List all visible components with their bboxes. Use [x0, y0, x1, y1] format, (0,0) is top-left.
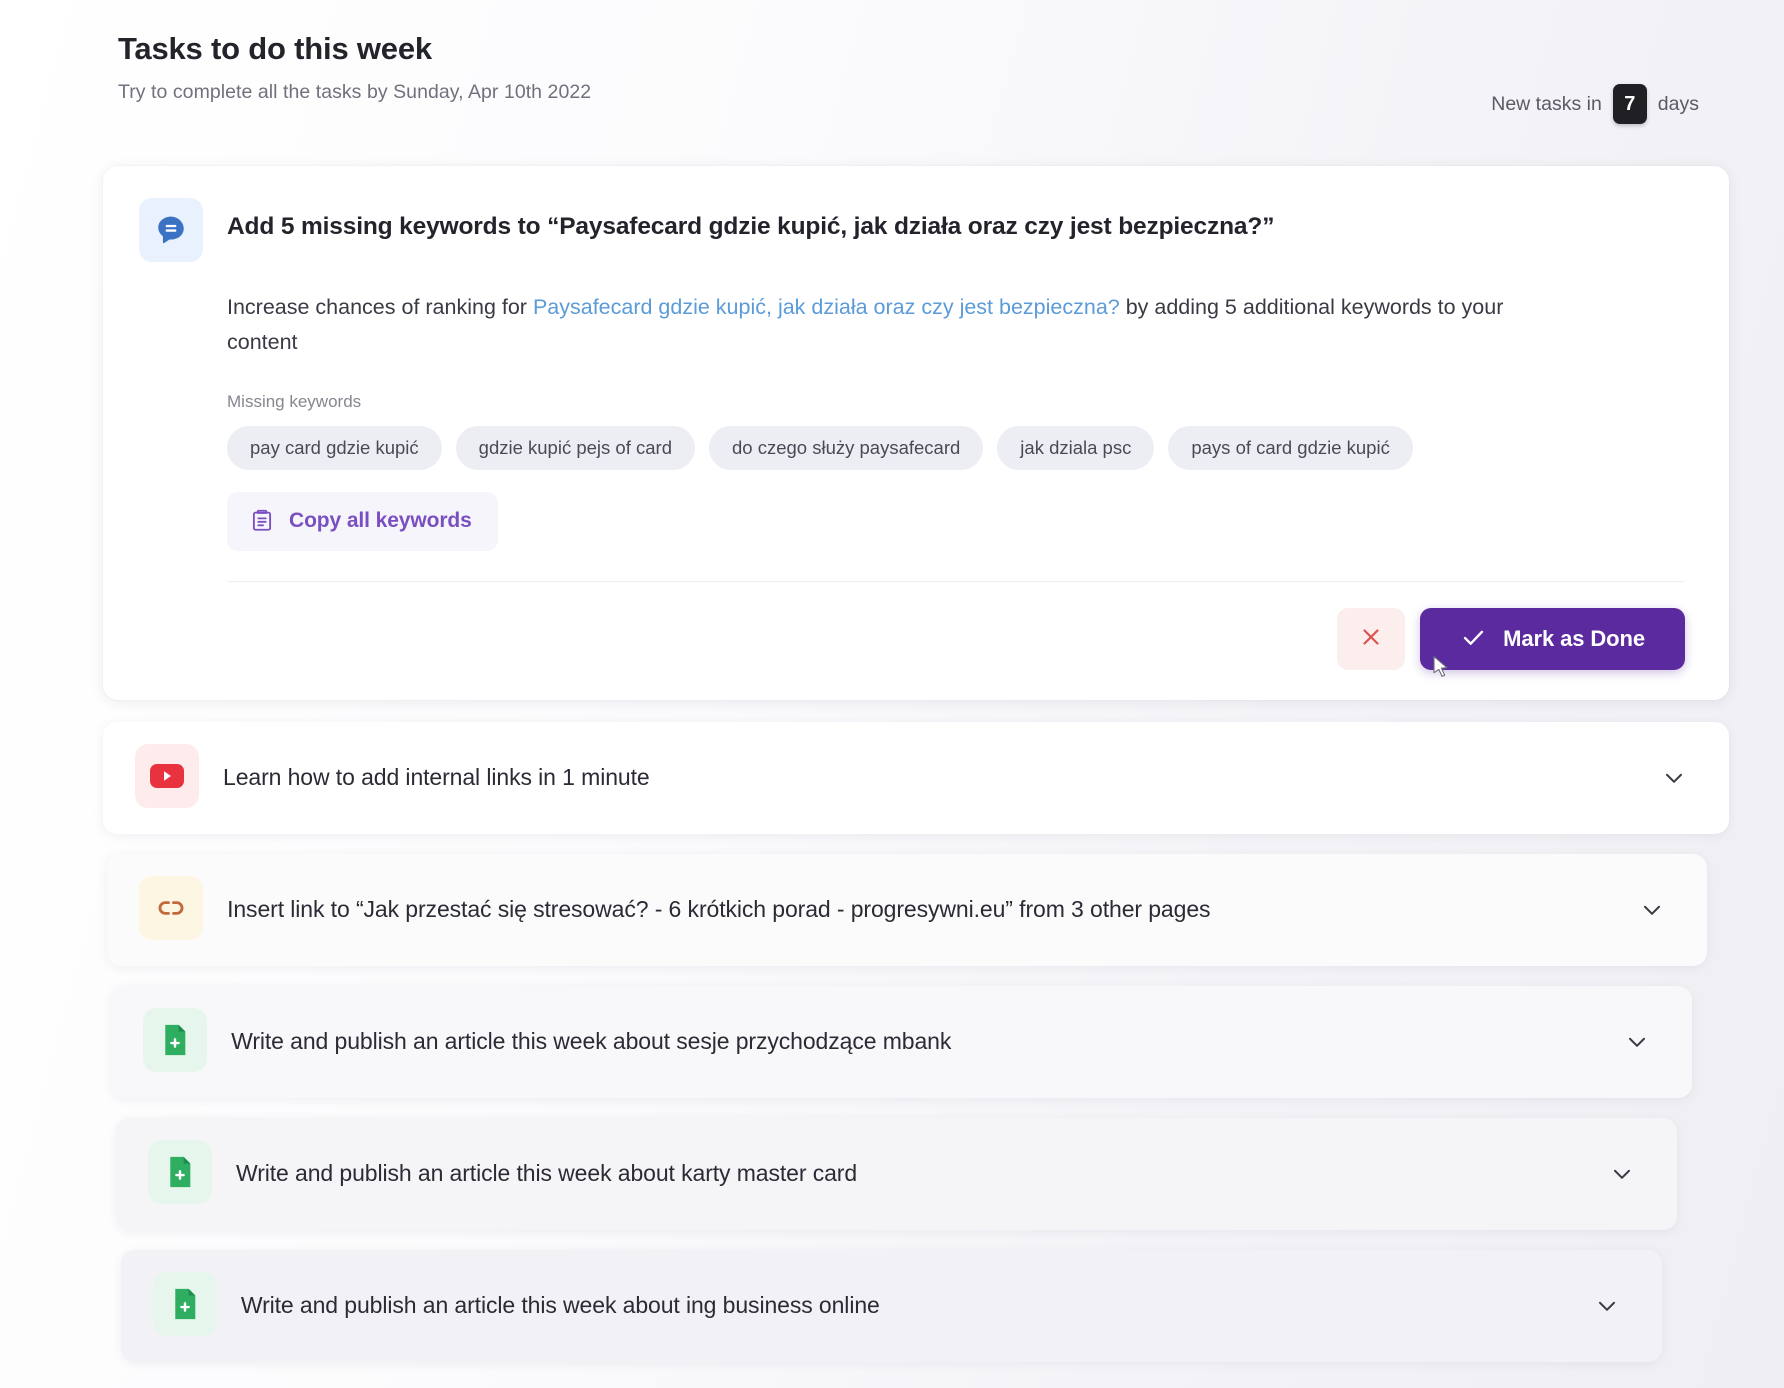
page-title: Tasks to do this week: [118, 30, 591, 69]
header-left: Tasks to do this week Try to complete al…: [118, 26, 591, 104]
task-card-body: Increase chances of ranking for Paysafec…: [139, 290, 1685, 670]
copy-all-keywords-button[interactable]: Copy all keywords: [227, 492, 498, 551]
new-tasks-prefix-label: New tasks in: [1491, 93, 1602, 116]
chevron-down-icon[interactable]: [1637, 895, 1667, 925]
new-document-icon: [153, 1272, 217, 1336]
keyword-chip[interactable]: pay card gdzie kupić: [227, 426, 442, 470]
chevron-down-icon[interactable]: [1659, 763, 1689, 793]
task-row[interactable]: Insert link to “Jak przestać się stresow…: [107, 854, 1707, 966]
copy-all-keywords-label: Copy all keywords: [289, 509, 472, 533]
youtube-play-icon: [135, 744, 199, 808]
keyword-chip[interactable]: gdzie kupić pejs of card: [456, 426, 695, 470]
task-card-actions: Mark as Done: [227, 608, 1685, 670]
keyword-chip[interactable]: jak dziala psc: [997, 426, 1154, 470]
chevron-down-icon[interactable]: [1592, 1291, 1622, 1321]
close-icon: [1358, 624, 1384, 653]
card-divider: [227, 581, 1685, 582]
chevron-down-icon[interactable]: [1622, 1027, 1652, 1057]
task-card-description: Increase chances of ranking for Paysafec…: [227, 290, 1537, 360]
new-document-icon: [148, 1140, 212, 1204]
broken-link-icon: [139, 876, 203, 940]
comment-bubble-icon: [139, 198, 203, 262]
task-row-title: Insert link to “Jak przestać się stresow…: [227, 895, 1613, 925]
task-row[interactable]: Write and publish an article this week a…: [121, 1250, 1662, 1362]
check-icon: [1460, 624, 1487, 654]
clipboard-icon: [249, 507, 275, 536]
description-prefix: Increase chances of ranking for: [227, 295, 533, 319]
task-row[interactable]: Write and publish an article this week a…: [116, 1118, 1677, 1230]
page-subtitle: Try to complete all the tasks by Sunday,…: [118, 81, 591, 104]
task-row[interactable]: Learn how to add internal links in 1 min…: [103, 722, 1729, 834]
task-card-header: Add 5 missing keywords to “Paysafecard g…: [139, 202, 1685, 262]
days-remaining-badge: 7: [1613, 84, 1647, 124]
task-row-title: Learn how to add internal links in 1 min…: [223, 763, 1635, 793]
task-card-title: Add 5 missing keywords to “Paysafecard g…: [227, 202, 1274, 243]
task-row-title: Write and publish an article this week a…: [241, 1291, 1568, 1321]
chevron-down-icon[interactable]: [1607, 1159, 1637, 1189]
new-tasks-counter: New tasks in 7 days: [1491, 26, 1724, 124]
mark-as-done-label: Mark as Done: [1503, 626, 1645, 652]
new-tasks-suffix-label: days: [1658, 93, 1699, 116]
new-document-icon: [143, 1008, 207, 1072]
task-row-title: Write and publish an article this week a…: [236, 1159, 1583, 1189]
missing-keywords-label: Missing keywords: [227, 392, 1685, 412]
tasks-list: Add 5 missing keywords to “Paysafecard g…: [0, 166, 1784, 1362]
keyword-link[interactable]: Paysafecard gdzie kupić, jak działa oraz…: [533, 295, 1120, 319]
task-row[interactable]: Write and publish an article this week a…: [111, 986, 1691, 1098]
mark-as-done-button[interactable]: Mark as Done: [1420, 608, 1685, 670]
tasks-page: Tasks to do this week Try to complete al…: [0, 0, 1784, 1388]
task-row-title: Write and publish an article this week a…: [231, 1027, 1597, 1057]
keyword-chip[interactable]: pays of card gdzie kupić: [1168, 426, 1412, 470]
page-header: Tasks to do this week Try to complete al…: [0, 26, 1784, 124]
expanded-task-card: Add 5 missing keywords to “Paysafecard g…: [103, 166, 1729, 700]
keyword-chip[interactable]: do czego służy paysafecard: [709, 426, 983, 470]
missing-keywords-list: pay card gdzie kupić gdzie kupić pejs of…: [227, 426, 1685, 470]
dismiss-task-button[interactable]: [1337, 608, 1405, 670]
